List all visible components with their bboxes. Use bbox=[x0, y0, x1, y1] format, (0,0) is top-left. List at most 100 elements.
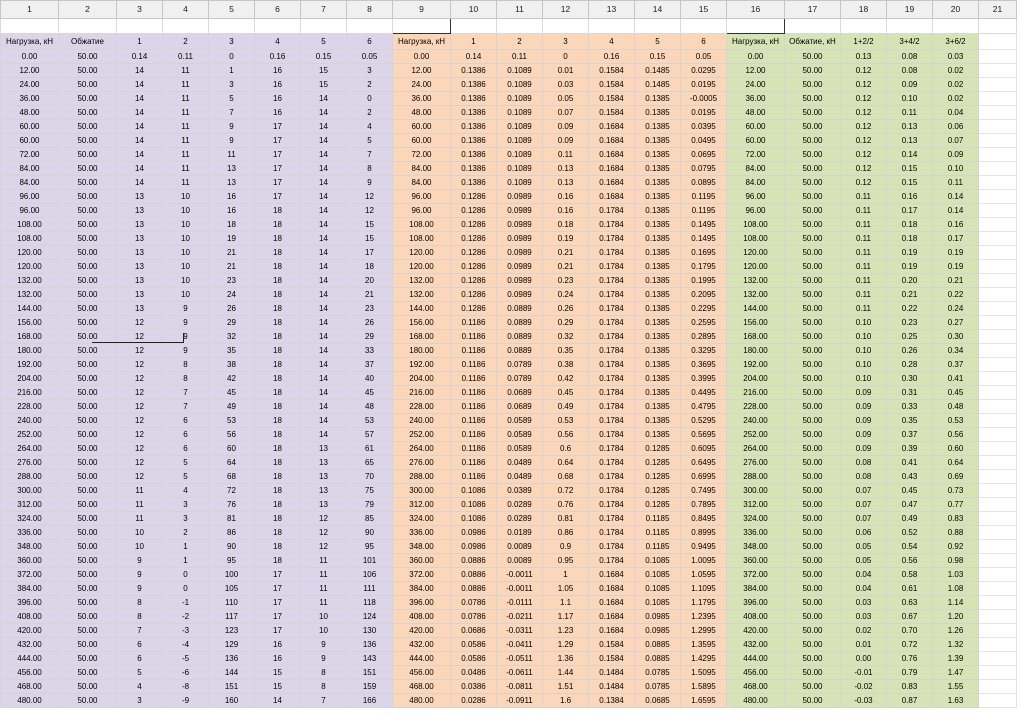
cell[interactable]: 15 bbox=[254, 665, 301, 680]
cell[interactable] bbox=[978, 119, 1017, 134]
cell[interactable]: 17 bbox=[254, 189, 301, 204]
cell[interactable]: 14 bbox=[116, 77, 163, 92]
cell[interactable]: 143 bbox=[346, 651, 393, 666]
cell[interactable]: 0.1784 bbox=[588, 259, 635, 274]
cell[interactable]: 9 bbox=[300, 637, 347, 652]
cell[interactable]: 18 bbox=[254, 203, 301, 218]
label-cell[interactable]: 3 bbox=[208, 33, 255, 50]
label-cell[interactable]: Нагрузка, кН bbox=[0, 33, 59, 50]
cell[interactable]: 18 bbox=[346, 259, 393, 274]
cell[interactable]: 0.64 bbox=[542, 455, 589, 470]
cell[interactable]: 456.00 bbox=[0, 665, 59, 680]
cell[interactable]: 372.00 bbox=[0, 567, 59, 582]
cell[interactable]: 132.00 bbox=[726, 287, 785, 302]
cell[interactable]: 0.1185 bbox=[634, 511, 681, 526]
cell[interactable]: 1.6 bbox=[542, 693, 589, 708]
cell[interactable]: 50.00 bbox=[784, 343, 841, 358]
cell[interactable]: 9 bbox=[162, 301, 209, 316]
cell[interactable]: 0.1186 bbox=[450, 399, 497, 414]
cell[interactable]: 192.00 bbox=[726, 357, 785, 372]
cell[interactable]: 84.00 bbox=[726, 161, 785, 176]
cell[interactable]: 85 bbox=[346, 511, 393, 526]
cell[interactable]: 13 bbox=[116, 245, 163, 260]
cell[interactable]: 101 bbox=[346, 553, 393, 568]
cell[interactable] bbox=[978, 231, 1017, 246]
cell[interactable]: 0.35 bbox=[886, 413, 933, 428]
cell[interactable]: 5 bbox=[346, 133, 393, 148]
cell[interactable]: 276.00 bbox=[0, 455, 59, 470]
cell[interactable]: 0.20 bbox=[886, 273, 933, 288]
cell[interactable]: 11 bbox=[116, 497, 163, 512]
cell[interactable]: 0.30 bbox=[886, 371, 933, 386]
cell[interactable]: 48.00 bbox=[0, 105, 59, 120]
cell[interactable]: 9 bbox=[116, 553, 163, 568]
cell[interactable]: 50.00 bbox=[784, 525, 841, 540]
label-cell[interactable]: Обжатие bbox=[58, 33, 117, 50]
cell[interactable]: 72.00 bbox=[726, 147, 785, 162]
column-header-17[interactable]: 17 bbox=[784, 0, 841, 19]
cell[interactable]: -0.02 bbox=[840, 679, 887, 694]
cell[interactable]: 0.76 bbox=[542, 497, 589, 512]
cell[interactable]: 50.00 bbox=[784, 651, 841, 666]
cell[interactable]: 1.44 bbox=[542, 665, 589, 680]
cell[interactable]: 312.00 bbox=[726, 497, 785, 512]
label-cell[interactable]: 1 bbox=[116, 33, 163, 50]
cell[interactable]: 12 bbox=[116, 469, 163, 484]
cell[interactable]: 60.00 bbox=[726, 119, 785, 134]
cell[interactable]: 0.11 bbox=[840, 189, 887, 204]
cell[interactable]: 120.00 bbox=[726, 259, 785, 274]
cell[interactable]: 18 bbox=[254, 245, 301, 260]
label-cell[interactable]: 5 bbox=[634, 33, 681, 50]
cell[interactable]: 0.08 bbox=[886, 49, 933, 64]
cell[interactable]: 0.1286 bbox=[450, 231, 497, 246]
cell[interactable]: 372.00 bbox=[392, 567, 451, 582]
cell[interactable]: 144.00 bbox=[392, 301, 451, 316]
cell[interactable]: 0.1784 bbox=[588, 399, 635, 414]
cell[interactable]: 0.1186 bbox=[450, 343, 497, 358]
column-header-7[interactable]: 7 bbox=[300, 0, 347, 19]
cell[interactable]: 9 bbox=[162, 315, 209, 330]
cell[interactable]: 0.1385 bbox=[634, 105, 681, 120]
cell[interactable]: 0.83 bbox=[886, 679, 933, 694]
cell[interactable]: 1.3595 bbox=[680, 637, 727, 652]
cell[interactable]: 50.00 bbox=[58, 273, 117, 288]
cell[interactable]: 360.00 bbox=[726, 553, 785, 568]
cell[interactable]: 0 bbox=[208, 49, 255, 64]
cell[interactable]: 124 bbox=[346, 609, 393, 624]
cell[interactable]: 0.1584 bbox=[588, 637, 635, 652]
cell[interactable]: 0.1386 bbox=[450, 161, 497, 176]
blank-cell[interactable] bbox=[784, 18, 841, 34]
cell[interactable]: 0.15 bbox=[300, 49, 347, 64]
cell[interactable]: 160 bbox=[208, 693, 255, 708]
cell[interactable]: 0.0695 bbox=[680, 147, 727, 162]
cell[interactable]: 0.10 bbox=[840, 315, 887, 330]
cell[interactable]: 11 bbox=[208, 147, 255, 162]
cell[interactable]: 50.00 bbox=[58, 665, 117, 680]
cell[interactable]: 0.1385 bbox=[634, 161, 681, 176]
cell[interactable]: -0.0011 bbox=[496, 581, 543, 596]
cell[interactable]: 11 bbox=[162, 91, 209, 106]
cell[interactable]: 95 bbox=[208, 553, 255, 568]
cell[interactable]: 8 bbox=[346, 161, 393, 176]
cell[interactable]: 14 bbox=[300, 273, 347, 288]
cell[interactable]: 372.00 bbox=[726, 567, 785, 582]
cell[interactable]: 1.1795 bbox=[680, 595, 727, 610]
cell[interactable]: 50.00 bbox=[784, 189, 841, 204]
cell[interactable]: 264.00 bbox=[726, 441, 785, 456]
cell[interactable]: 38 bbox=[208, 357, 255, 372]
cell[interactable]: 17 bbox=[254, 161, 301, 176]
cell[interactable]: 0.07 bbox=[542, 105, 589, 120]
column-header-18[interactable]: 18 bbox=[840, 0, 887, 19]
cell[interactable]: 0.6 bbox=[542, 441, 589, 456]
cell[interactable]: 1 bbox=[162, 539, 209, 554]
cell[interactable]: 0.0989 bbox=[496, 287, 543, 302]
cell[interactable]: 21 bbox=[208, 245, 255, 260]
cell[interactable]: 0.1385 bbox=[634, 91, 681, 106]
cell[interactable]: 11 bbox=[162, 175, 209, 190]
cell[interactable]: 50.00 bbox=[784, 511, 841, 526]
cell[interactable]: 12 bbox=[300, 525, 347, 540]
cell[interactable]: 120.00 bbox=[392, 259, 451, 274]
column-header-14[interactable]: 14 bbox=[634, 0, 681, 19]
cell[interactable]: 12 bbox=[346, 203, 393, 218]
cell[interactable]: 0.70 bbox=[886, 623, 933, 638]
